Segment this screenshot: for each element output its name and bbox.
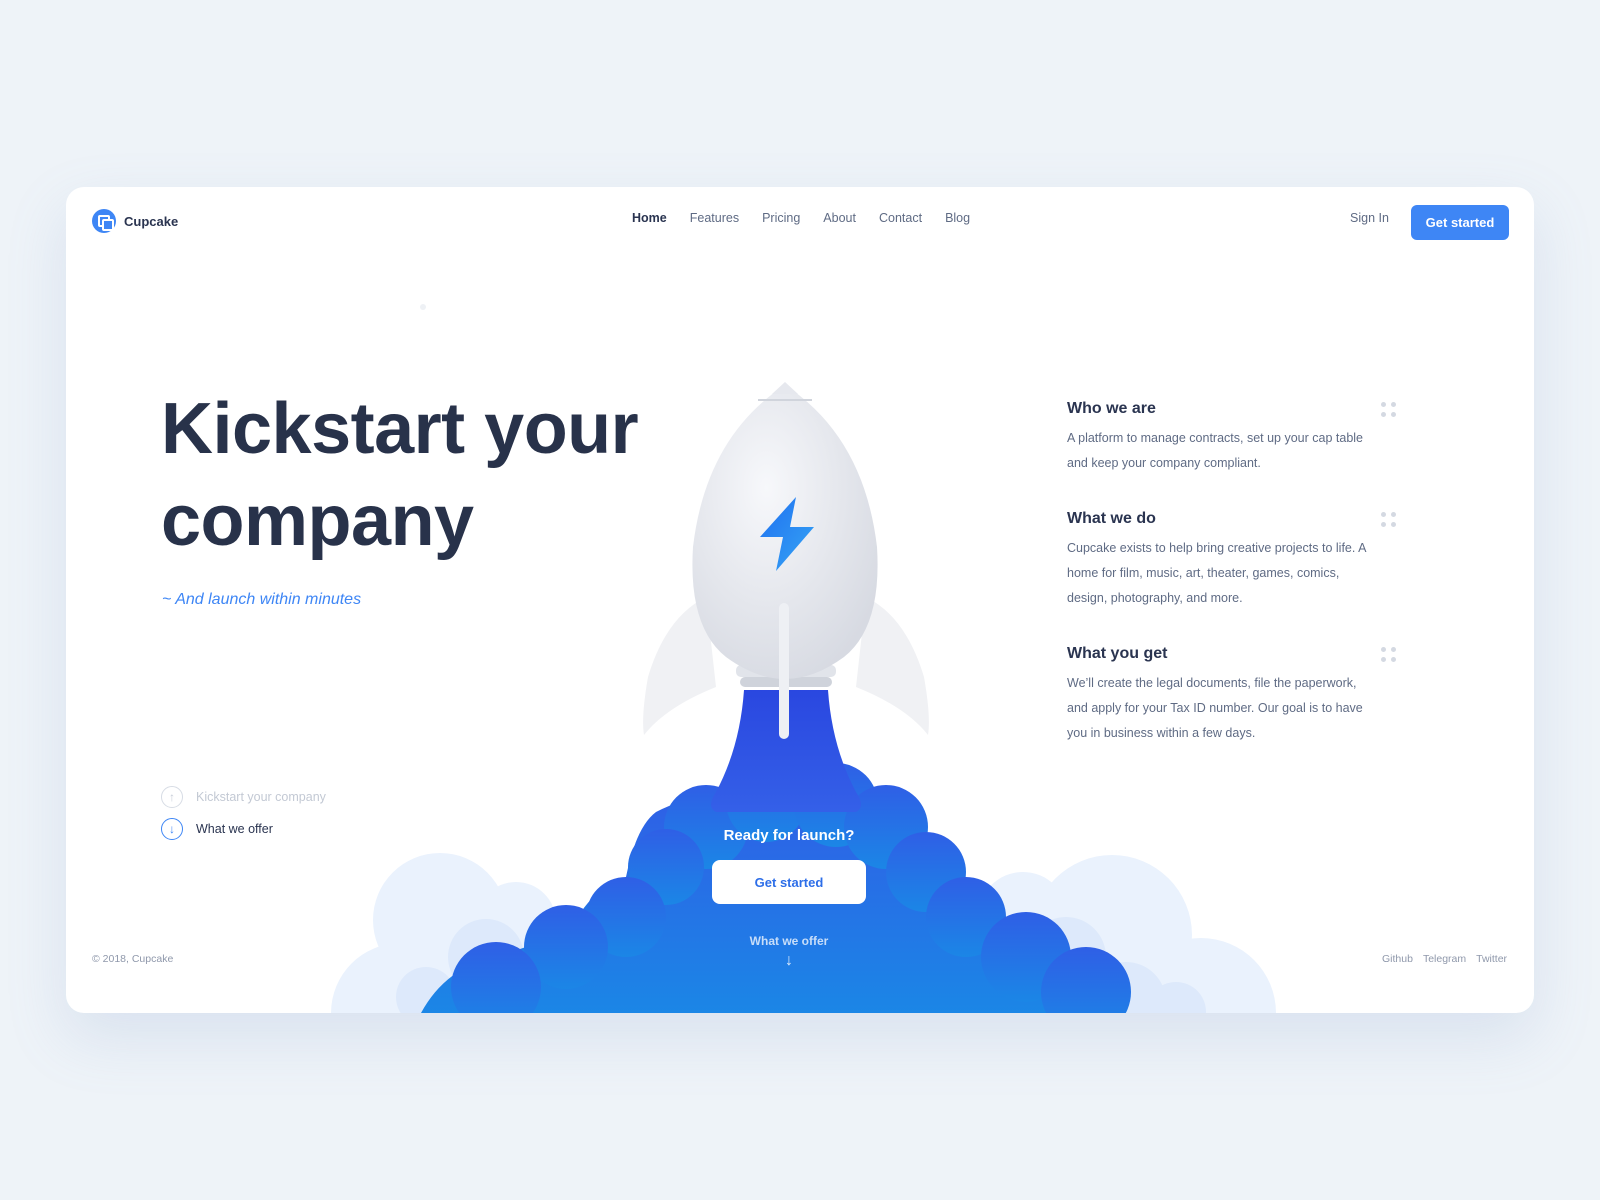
section-stepper: ↑ Kickstart your company ↓ What we offer [161, 785, 326, 849]
step-kickstart[interactable]: ↑ Kickstart your company [161, 785, 326, 809]
step-label: Kickstart your company [196, 790, 326, 804]
nav-item-contact[interactable]: Contact [879, 211, 922, 225]
hero-subtitle: ~ And launch within minutes [162, 591, 362, 608]
nav-item-about[interactable]: About [823, 211, 856, 225]
feature-text: We’ll create the legal documents, file t… [1067, 676, 1363, 740]
feature-title: Who we are [1067, 400, 1156, 417]
launch-cta: Ready for launch? Get started What we of… [639, 827, 939, 970]
drag-handle-icon[interactable] [1381, 402, 1397, 418]
hero-title: Kickstart your company [161, 389, 639, 561]
brand-name: Cupcake [124, 213, 179, 229]
feature-item: What we do Cupcake exists to help bring … [1067, 510, 1397, 611]
feature-item: What you get We’ll create the legal docu… [1067, 645, 1397, 746]
drag-handle-icon[interactable] [1381, 647, 1397, 663]
step-label: What we offer [196, 822, 273, 836]
get-started-button[interactable]: Get started [1411, 205, 1509, 240]
features-list: Who we are A platform to manage contract… [1067, 400, 1397, 780]
arrow-up-circle-icon: ↑ [161, 786, 183, 808]
feature-title: What you get [1067, 645, 1168, 662]
landing-card: Cupcake Home Features Pricing About Cont… [66, 187, 1534, 1013]
main-nav: Home Features Pricing About Contact Blog [632, 211, 970, 225]
telegram-link[interactable]: Telegram [1423, 953, 1466, 965]
nav-item-home[interactable]: Home [632, 211, 667, 225]
github-link[interactable]: Github [1382, 953, 1413, 965]
arrow-down-circle-icon: ↓ [161, 818, 183, 840]
sign-in-link[interactable]: Sign In [1350, 211, 1389, 225]
feature-text: A platform to manage contracts, set up y… [1067, 431, 1363, 470]
feature-title: What we do [1067, 510, 1156, 527]
twitter-link[interactable]: Twitter [1476, 953, 1507, 965]
launch-get-started-button[interactable]: Get started [712, 860, 866, 904]
feature-item: Who we are A platform to manage contract… [1067, 400, 1397, 476]
cupcake-logo-icon [92, 209, 116, 233]
nav-item-features[interactable]: Features [690, 211, 739, 225]
arrow-down-icon[interactable]: ↓ [639, 952, 939, 970]
drag-handle-icon[interactable] [1381, 512, 1397, 528]
brand-logo[interactable]: Cupcake [92, 209, 178, 233]
social-links: Github Telegram Twitter [1382, 953, 1507, 965]
step-what-we-offer[interactable]: ↓ What we offer [161, 817, 326, 841]
nav-item-pricing[interactable]: Pricing [762, 211, 800, 225]
feature-text: Cupcake exists to help bring creative pr… [1067, 541, 1366, 605]
decorative-dot [420, 304, 426, 310]
nav-item-blog[interactable]: Blog [945, 211, 970, 225]
copyright: © 2018, Cupcake [92, 953, 174, 965]
what-we-offer-link[interactable]: What we offer [639, 934, 939, 948]
launch-title: Ready for launch? [723, 827, 855, 844]
